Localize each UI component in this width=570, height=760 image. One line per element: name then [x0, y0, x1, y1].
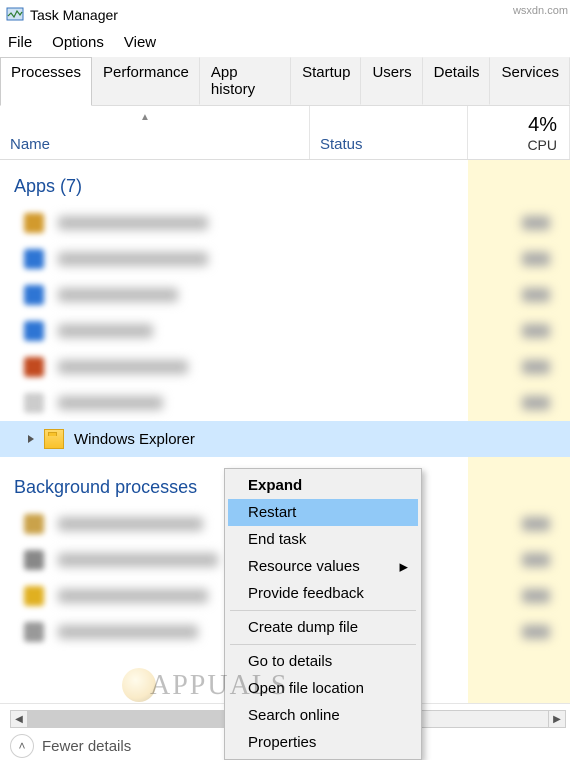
cm-go-to-details[interactable]: Go to details: [228, 648, 418, 675]
list-item[interactable]: [0, 277, 570, 313]
folder-icon: [44, 429, 64, 449]
column-cpu[interactable]: 4% CPU: [468, 106, 570, 159]
menubar: File Options View: [0, 30, 570, 57]
column-name-label: Name: [10, 136, 50, 153]
expand-caret-icon[interactable]: [24, 432, 38, 446]
tab-details[interactable]: Details: [423, 57, 491, 105]
tab-startup[interactable]: Startup: [291, 57, 361, 105]
titlebar: Task Manager: [0, 0, 570, 30]
chevron-up-icon: ˄: [10, 734, 34, 758]
context-menu: Expand Restart End task Resource values …: [224, 468, 422, 760]
cm-resource-values-label: Resource values: [248, 558, 360, 575]
tab-app-history[interactable]: App history: [200, 57, 291, 105]
list-item[interactable]: [0, 205, 570, 241]
chevron-right-icon: ▶: [400, 560, 408, 573]
column-status[interactable]: Status: [310, 106, 468, 159]
menu-view[interactable]: View: [124, 34, 156, 51]
cm-create-dump[interactable]: Create dump file: [228, 614, 418, 641]
scroll-thumb[interactable]: [28, 711, 248, 727]
process-name-label: Windows Explorer: [74, 431, 195, 448]
fewer-details-label: Fewer details: [42, 738, 131, 755]
scroll-right-button[interactable]: ▶: [548, 710, 566, 728]
cm-properties[interactable]: Properties: [228, 729, 418, 756]
group-background-label: Background processes: [14, 477, 197, 497]
list-item[interactable]: [0, 241, 570, 277]
task-manager-icon: [6, 5, 24, 26]
cpu-percent: 4%: [528, 114, 557, 137]
sort-caret-icon: ▲: [140, 112, 150, 123]
tab-services[interactable]: Services: [490, 57, 570, 105]
cm-open-file-location[interactable]: Open file location: [228, 675, 418, 702]
cpu-label: CPU: [527, 137, 557, 153]
menu-options[interactable]: Options: [52, 34, 104, 51]
list-item[interactable]: [0, 313, 570, 349]
cm-restart[interactable]: Restart: [228, 499, 418, 526]
window-title: Task Manager: [30, 7, 118, 23]
tabs: Processes Performance App history Startu…: [0, 57, 570, 105]
source-watermark: wsxdn.com: [513, 5, 568, 17]
tab-processes[interactable]: Processes: [0, 57, 92, 106]
cm-end-task[interactable]: End task: [228, 526, 418, 553]
cm-provide-feedback[interactable]: Provide feedback: [228, 580, 418, 607]
cm-separator: [230, 644, 416, 645]
tab-users[interactable]: Users: [361, 57, 422, 105]
list-item[interactable]: [0, 349, 570, 385]
scroll-left-button[interactable]: ◀: [10, 710, 28, 728]
cm-resource-values[interactable]: Resource values ▶: [228, 553, 418, 580]
column-status-label: Status: [320, 136, 363, 153]
cm-separator: [230, 610, 416, 611]
group-apps[interactable]: Apps (7): [0, 160, 570, 205]
menu-file[interactable]: File: [8, 34, 32, 51]
list-item[interactable]: [0, 385, 570, 421]
cm-expand[interactable]: Expand: [228, 472, 418, 499]
column-name[interactable]: ▲ Name: [0, 106, 310, 159]
tab-performance[interactable]: Performance: [92, 57, 200, 105]
list-item-windows-explorer[interactable]: Windows Explorer: [0, 421, 570, 457]
column-headers: ▲ Name Status 4% CPU: [0, 105, 570, 160]
cm-search-online[interactable]: Search online: [228, 702, 418, 729]
